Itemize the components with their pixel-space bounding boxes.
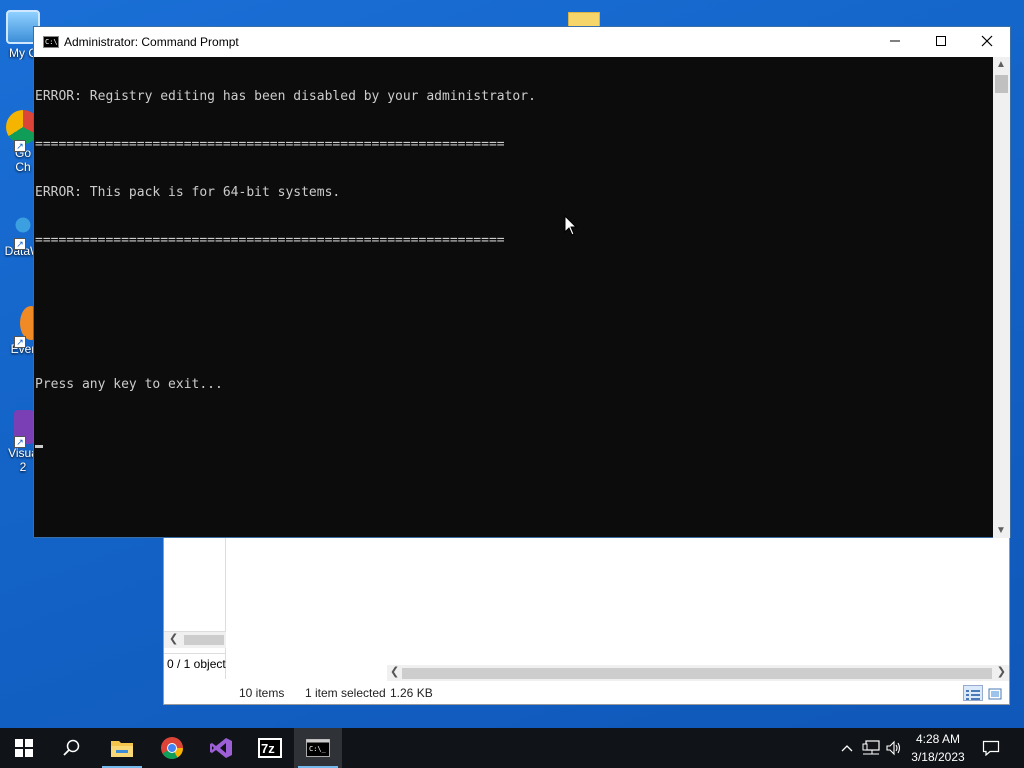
navigation-pane[interactable]: ❮ 0 / 1 object (164, 531, 226, 679)
close-button[interactable] (964, 27, 1010, 57)
command-prompt-window[interactable]: C:\ Administrator: Command Prompt ERROR:… (33, 26, 1011, 538)
clock-date: 3/18/2023 (911, 750, 965, 764)
scroll-down-icon[interactable]: ▼ (996, 525, 1006, 536)
speaker-icon (886, 740, 901, 756)
scrollbar-thumb[interactable] (995, 75, 1008, 93)
start-button[interactable] (0, 728, 48, 768)
console-line: ========================================… (35, 233, 505, 248)
7zip-icon: 7z (258, 738, 282, 758)
console-line: ========================================… (35, 137, 505, 152)
file-explorer-window: ❮ 0 / 1 object ❮ ❯ 10 items 1 item selec… (163, 530, 1010, 705)
console-line: ERROR: This pack is for 64-bit systems. (35, 185, 341, 200)
minimize-icon (890, 40, 900, 42)
mouse-pointer-icon (564, 215, 578, 236)
network-button[interactable] (860, 728, 882, 768)
console-vertical-scrollbar[interactable]: ▲ ▼ (993, 57, 1010, 538)
status-bar: 10 items 1 item selected 1.26 KB (226, 682, 1009, 704)
details-view-icon (966, 690, 980, 700)
large-icons-view-button[interactable] (985, 685, 1005, 701)
scrollbar-thumb[interactable] (402, 668, 992, 679)
action-center-button[interactable] (976, 728, 1006, 768)
console-line: Press any key to exit... (35, 377, 223, 392)
chrome-icon (161, 737, 183, 759)
maximize-button[interactable] (918, 27, 964, 57)
clock[interactable]: 4:28 AM 3/18/2023 (904, 730, 972, 766)
volume-button[interactable] (884, 728, 904, 768)
window-title: Administrator: Command Prompt (64, 35, 239, 49)
taskbar-command-prompt[interactable]: C:\_ (294, 728, 342, 768)
clock-time: 4:28 AM (915, 732, 961, 746)
navigation-status: 0 / 1 object (164, 653, 226, 673)
console-output[interactable]: ERROR: Registry editing has been disable… (34, 57, 995, 538)
scroll-right-icon[interactable]: ❯ (997, 665, 1006, 678)
shortcut-arrow-icon: ↗ (14, 436, 26, 448)
svg-text:C:\_: C:\_ (309, 745, 327, 753)
console-cursor-line (35, 425, 995, 448)
scroll-left-icon[interactable]: ❮ (390, 665, 399, 678)
selection-status: 1 item selected (305, 686, 386, 700)
details-view-button[interactable] (963, 685, 983, 701)
shortcut-arrow-icon: ↗ (14, 238, 26, 250)
search-icon (63, 739, 80, 756)
text-cursor (35, 445, 43, 448)
chevron-up-icon (841, 745, 853, 752)
console-line: ERROR: Registry editing has been disable… (35, 89, 536, 104)
windows-logo-icon (15, 739, 33, 757)
content-horizontal-scrollbar[interactable]: ❮ ❯ (387, 665, 1009, 681)
taskbar-visual-studio[interactable] (197, 728, 245, 768)
maximize-icon (936, 36, 946, 46)
shortcut-arrow-icon: ↗ (14, 140, 26, 152)
items-count: 10 items (239, 686, 285, 700)
notification-icon (982, 740, 1000, 756)
large-icons-view-icon (988, 688, 1002, 700)
svg-text:7z: 7z (261, 741, 275, 756)
scrollbar-thumb[interactable] (184, 635, 224, 645)
show-hidden-icons-button[interactable] (838, 728, 856, 768)
search-button[interactable] (48, 728, 96, 768)
scroll-up-icon[interactable]: ▲ (996, 59, 1006, 70)
visual-studio-icon (210, 738, 232, 758)
title-bar[interactable]: C:\ Administrator: Command Prompt (34, 27, 1010, 57)
selection-size: 1.26 KB (390, 686, 433, 700)
taskbar-chrome[interactable] (148, 728, 196, 768)
folder-icon (111, 741, 133, 757)
close-icon (981, 35, 993, 47)
shortcut-arrow-icon: ↗ (14, 336, 26, 348)
taskbar-file-explorer[interactable] (98, 728, 146, 768)
navigation-pane-scrollbar[interactable]: ❮ (164, 631, 226, 648)
taskbar-7zip[interactable]: 7z (246, 728, 294, 768)
minimize-button[interactable] (872, 27, 918, 57)
network-icon (862, 740, 880, 755)
command-prompt-icon: C:\_ (306, 739, 330, 757)
command-prompt-icon: C:\ (43, 36, 59, 48)
scroll-left-icon[interactable]: ❮ (169, 632, 178, 645)
taskbar: 7z C:\_ 4:28 AM 3/18/2023 (0, 728, 1024, 768)
